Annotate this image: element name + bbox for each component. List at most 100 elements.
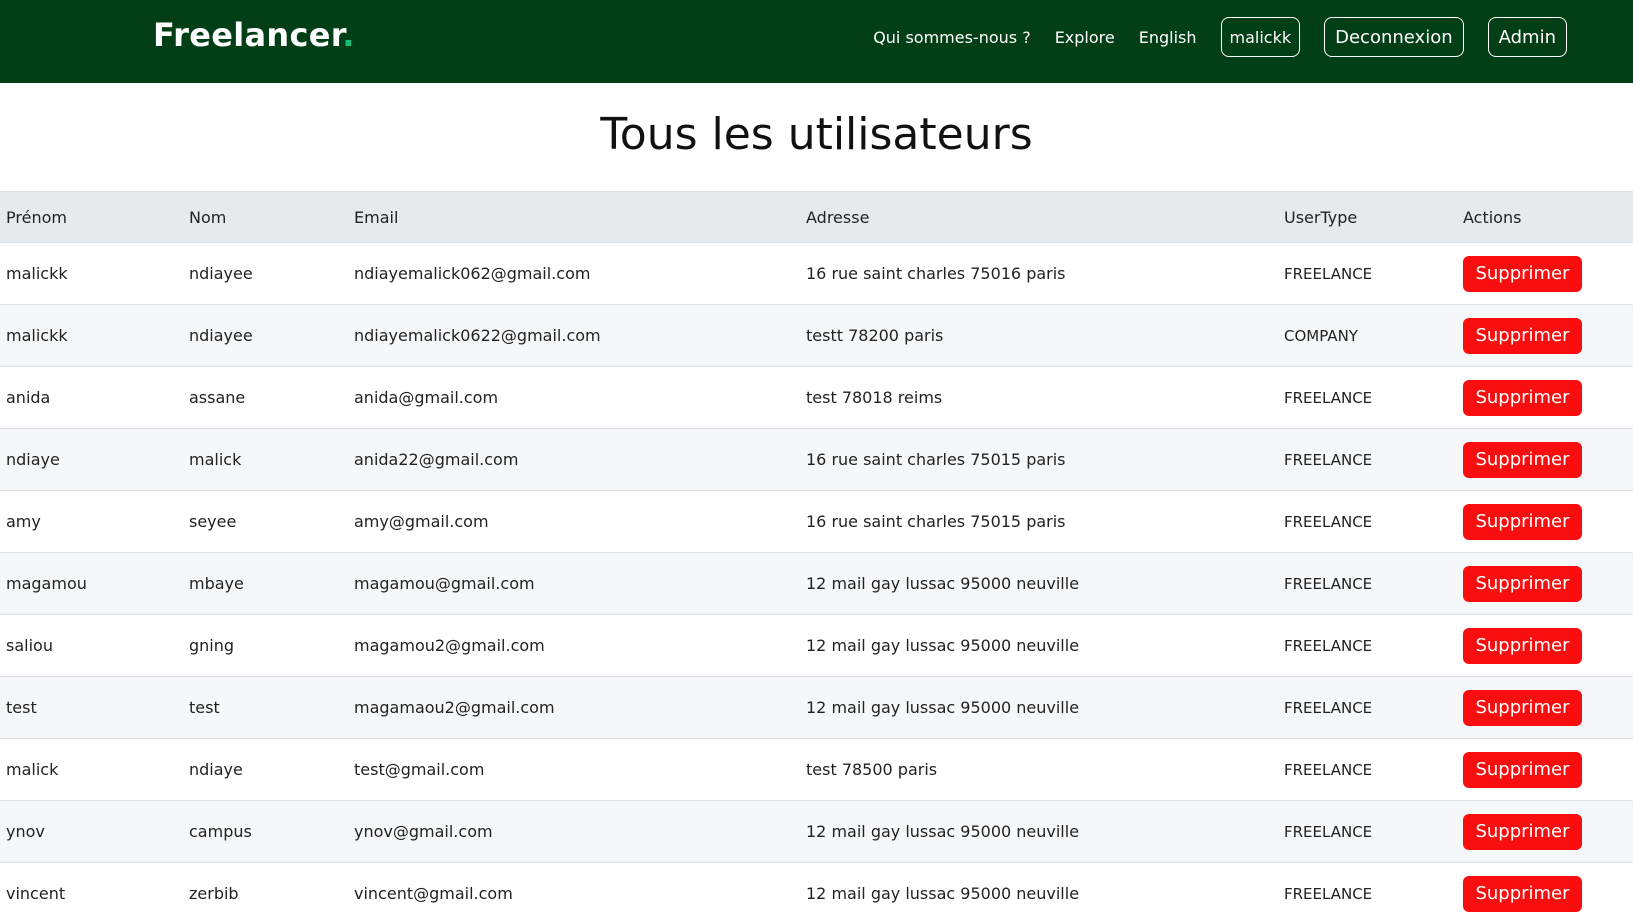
table-row: malickk ndiayee ndiayemalick0622@gmail.c…	[0, 305, 1633, 367]
cell-lastname: assane	[183, 367, 348, 429]
column-header-firstname: Prénom	[0, 192, 183, 243]
page-title: Tous les utilisateurs	[0, 109, 1633, 160]
cell-usertype: FREELANCE	[1278, 553, 1457, 615]
delete-button[interactable]: Supprimer	[1463, 566, 1582, 602]
cell-lastname: zerbib	[183, 863, 348, 924]
cell-firstname: malickk	[0, 243, 183, 305]
cell-email: anida22@gmail.com	[348, 429, 800, 491]
brand-logo[interactable]: Freelancer.	[153, 16, 355, 54]
cell-firstname: vincent	[0, 863, 183, 924]
cell-usertype: FREELANCE	[1278, 243, 1457, 305]
users-table: Prénom Nom Email Adresse UserType Action…	[0, 191, 1633, 924]
cell-lastname: ndiayee	[183, 305, 348, 367]
cell-firstname: ndiaye	[0, 429, 183, 491]
delete-button[interactable]: Supprimer	[1463, 442, 1582, 478]
cell-firstname: malick	[0, 739, 183, 801]
table-row: malick ndiaye test@gmail.com test 78500 …	[0, 739, 1633, 801]
cell-email: magamou@gmail.com	[348, 553, 800, 615]
cell-email: vincent@gmail.com	[348, 863, 800, 924]
cell-usertype: COMPANY	[1278, 305, 1457, 367]
cell-firstname: malickk	[0, 305, 183, 367]
delete-button[interactable]: Supprimer	[1463, 380, 1582, 416]
cell-lastname: ndiaye	[183, 739, 348, 801]
admin-button[interactable]: Admin	[1488, 17, 1567, 57]
cell-address: 12 mail gay lussac 95000 neuville	[800, 863, 1278, 924]
cell-actions: Supprimer	[1457, 801, 1633, 863]
cell-lastname: ndiayee	[183, 243, 348, 305]
cell-email: test@gmail.com	[348, 739, 800, 801]
cell-email: anida@gmail.com	[348, 367, 800, 429]
table-row: ndiaye malick anida22@gmail.com 16 rue s…	[0, 429, 1633, 491]
cell-actions: Supprimer	[1457, 677, 1633, 739]
cell-actions: Supprimer	[1457, 243, 1633, 305]
nav-links: Qui sommes-nous ? Explore English malick…	[873, 17, 1567, 57]
column-header-address: Adresse	[800, 192, 1278, 243]
title-section: Tous les utilisateurs	[0, 83, 1633, 191]
user-profile-button[interactable]: malickk	[1221, 17, 1301, 57]
delete-button[interactable]: Supprimer	[1463, 814, 1582, 850]
column-header-email: Email	[348, 192, 800, 243]
table-header-row: Prénom Nom Email Adresse UserType Action…	[0, 192, 1633, 243]
cell-usertype: FREELANCE	[1278, 677, 1457, 739]
cell-lastname: seyee	[183, 491, 348, 553]
cell-lastname: campus	[183, 801, 348, 863]
nav-link-about[interactable]: Qui sommes-nous ?	[873, 28, 1031, 47]
cell-actions: Supprimer	[1457, 553, 1633, 615]
cell-email: ynov@gmail.com	[348, 801, 800, 863]
table-row: ynov campus ynov@gmail.com 12 mail gay l…	[0, 801, 1633, 863]
brand-name: Freelancer	[153, 16, 342, 54]
cell-actions: Supprimer	[1457, 491, 1633, 553]
cell-firstname: magamou	[0, 553, 183, 615]
cell-address: 16 rue saint charles 75016 paris	[800, 243, 1278, 305]
cell-address: 16 rue saint charles 75015 paris	[800, 429, 1278, 491]
cell-usertype: FREELANCE	[1278, 739, 1457, 801]
cell-actions: Supprimer	[1457, 739, 1633, 801]
cell-lastname: malick	[183, 429, 348, 491]
delete-button[interactable]: Supprimer	[1463, 752, 1582, 788]
cell-firstname: ynov	[0, 801, 183, 863]
cell-actions: Supprimer	[1457, 863, 1633, 924]
delete-button[interactable]: Supprimer	[1463, 876, 1582, 912]
cell-address: testt 78200 paris	[800, 305, 1278, 367]
cell-address: 12 mail gay lussac 95000 neuville	[800, 615, 1278, 677]
navbar: Freelancer. Qui sommes-nous ? Explore En…	[0, 0, 1633, 83]
cell-usertype: FREELANCE	[1278, 863, 1457, 924]
delete-button[interactable]: Supprimer	[1463, 690, 1582, 726]
cell-address: test 78018 reims	[800, 367, 1278, 429]
cell-actions: Supprimer	[1457, 305, 1633, 367]
table-row: vincent zerbib vincent@gmail.com 12 mail…	[0, 863, 1633, 924]
delete-button[interactable]: Supprimer	[1463, 504, 1582, 540]
cell-firstname: amy	[0, 491, 183, 553]
cell-usertype: FREELANCE	[1278, 801, 1457, 863]
table-row: anida assane anida@gmail.com test 78018 …	[0, 367, 1633, 429]
cell-actions: Supprimer	[1457, 429, 1633, 491]
cell-lastname: gning	[183, 615, 348, 677]
cell-email: magamaou2@gmail.com	[348, 677, 800, 739]
cell-actions: Supprimer	[1457, 367, 1633, 429]
cell-firstname: saliou	[0, 615, 183, 677]
cell-firstname: test	[0, 677, 183, 739]
cell-address: 12 mail gay lussac 95000 neuville	[800, 677, 1278, 739]
cell-address: 12 mail gay lussac 95000 neuville	[800, 801, 1278, 863]
brand-dot: .	[342, 16, 354, 54]
table-row: amy seyee amy@gmail.com 16 rue saint cha…	[0, 491, 1633, 553]
cell-usertype: FREELANCE	[1278, 429, 1457, 491]
cell-lastname: test	[183, 677, 348, 739]
cell-email: ndiayemalick0622@gmail.com	[348, 305, 800, 367]
table-row: magamou mbaye magamou@gmail.com 12 mail …	[0, 553, 1633, 615]
logout-button[interactable]: Deconnexion	[1324, 17, 1464, 57]
cell-email: magamou2@gmail.com	[348, 615, 800, 677]
table-row: test test magamaou2@gmail.com 12 mail ga…	[0, 677, 1633, 739]
language-switch[interactable]: English	[1139, 28, 1197, 47]
cell-usertype: FREELANCE	[1278, 367, 1457, 429]
delete-button[interactable]: Supprimer	[1463, 318, 1582, 354]
cell-address: 16 rue saint charles 75015 paris	[800, 491, 1278, 553]
column-header-lastname: Nom	[183, 192, 348, 243]
delete-button[interactable]: Supprimer	[1463, 628, 1582, 664]
cell-address: 12 mail gay lussac 95000 neuville	[800, 553, 1278, 615]
cell-usertype: FREELANCE	[1278, 491, 1457, 553]
cell-usertype: FREELANCE	[1278, 615, 1457, 677]
delete-button[interactable]: Supprimer	[1463, 256, 1582, 292]
cell-address: test 78500 paris	[800, 739, 1278, 801]
nav-link-explore[interactable]: Explore	[1055, 28, 1115, 47]
